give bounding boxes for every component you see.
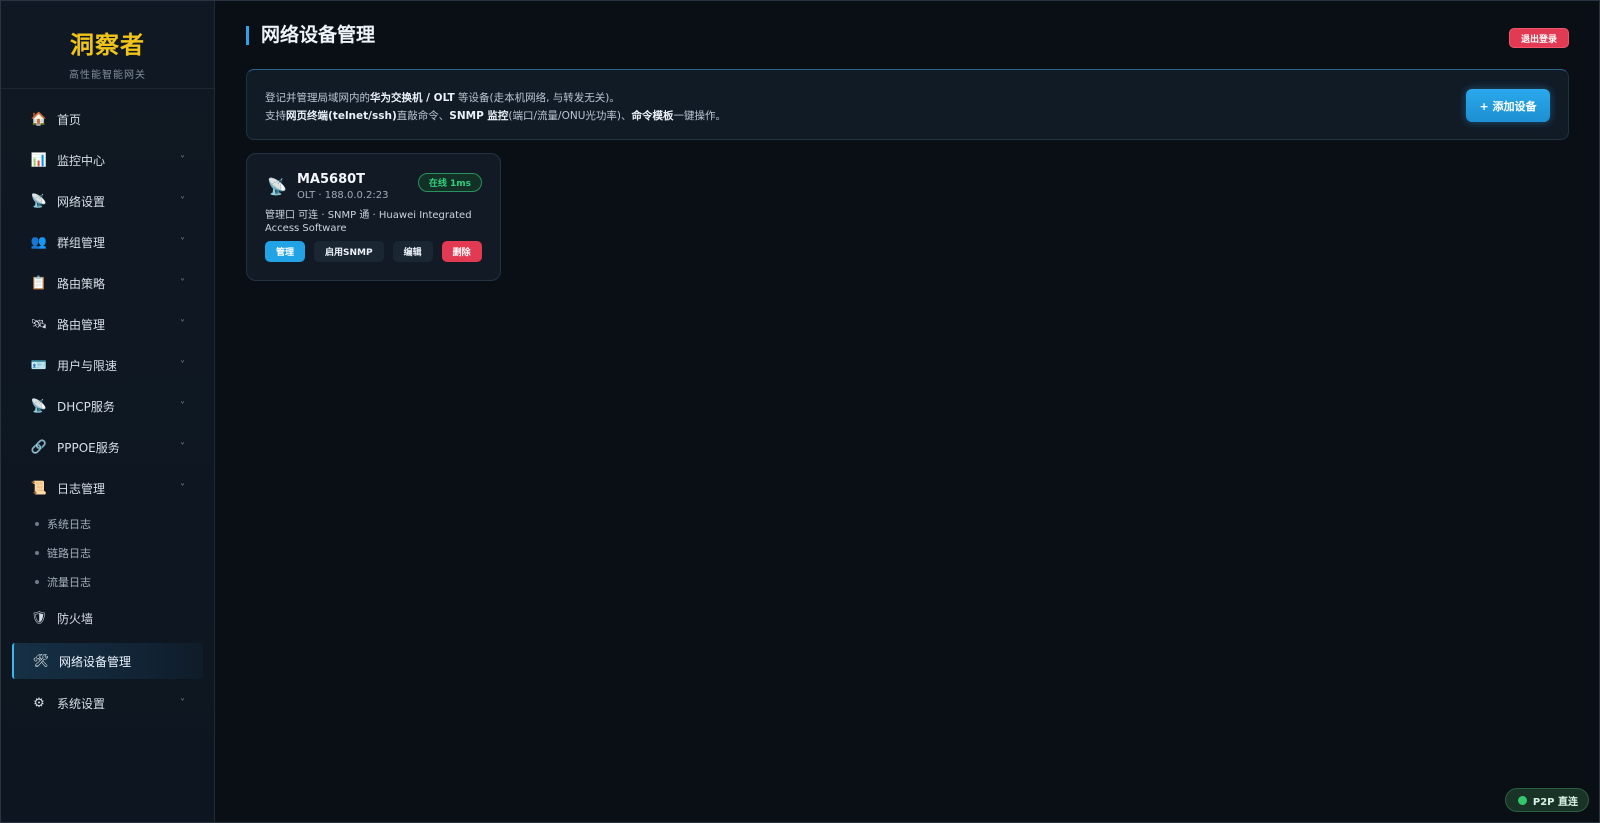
bullet-icon [35,550,39,555]
logout-button[interactable]: 退出登录 [1508,28,1569,48]
sidebar-subitem-label: 系统日志 [47,517,91,531]
users-icon: 👥 [30,235,48,250]
sidebar-nav: 🏠 首页 📊 监控中心 ˅ 📡 网络设置 ˅ 👥 群组管理 ˅ 📋 路由策略 ˅… [1,99,215,724]
p2p-label: P2P 直连 [1532,796,1578,808]
sidebar-subitem-label: 链路日志 [47,546,91,560]
home-icon: 🏠 [30,112,48,127]
sidebar-item-logs[interactable]: 📜 日志管理 ˅ [1,468,215,509]
info-highlight: 命令模板 [631,110,674,122]
info-highlight: 网页终端(telnet/ssh) [286,110,397,122]
chart-icon: 📊 [30,153,48,168]
info-text: (端口/流量/ONU光功率)、 [508,110,632,122]
sidebar-item-label: DHCP服务 [57,400,115,414]
device-description: 管理口 可连 · SNMP 通 · Huawei Integrated Acce… [265,210,472,234]
satellite-icon: 🛰 [30,317,48,332]
brand: 洞察者 高性能智能网关 [1,1,214,89]
sidebar-item-pppoe[interactable]: 🔗 PPPOE服务 ˅ [1,427,215,468]
sidebar-subitem-link-log[interactable]: 链路日志 [1,538,215,567]
clipboard-icon: 📋 [30,276,48,291]
main-content: 网络设备管理 退出登录 登记并管理局域网内的华为交换机 / OLT 等设备(走本… [216,1,1600,822]
sidebar-item-dhcp[interactable]: 📡 DHCP服务 ˅ [1,386,215,427]
chevron-down-icon: ˅ [180,483,185,494]
manage-button[interactable]: 管理 [265,241,306,262]
chevron-down-icon: ˅ [180,237,185,248]
sidebar-item-label: 网络设备管理 [59,654,132,669]
edit-button[interactable]: 编辑 [392,241,433,262]
device-name: MA5680T [297,172,366,187]
scroll-icon: 📜 [30,481,48,496]
status-badge: 在线 1ms [417,173,482,192]
page-title: 网络设备管理 [246,26,375,45]
sidebar-item-firewall[interactable]: 🛡 防火墙 [1,598,215,639]
chevron-down-icon: ˅ [180,698,185,709]
device-actions: 管理 启用SNMP 编辑 删除 [265,241,482,262]
chevron-down-icon: ˅ [180,196,185,207]
sidebar-item-label: 首页 [57,113,82,127]
tools-icon: 🛠 [32,653,50,669]
sidebar-item-route-management[interactable]: 🛰 路由管理 ˅ [1,304,215,345]
p2p-status-badge[interactable]: P2P 直连 [1504,788,1589,812]
sidebar-item-label: 路由管理 [57,318,106,332]
bullet-icon [35,579,39,584]
sidebar-item-network-devices[interactable]: 🛠 网络设备管理 [12,643,203,679]
sidebar: 洞察者 高性能智能网关 🏠 首页 📊 监控中心 ˅ 📡 网络设置 ˅ 👥 群组管… [1,1,215,822]
device-meta: OLT · 188.0.0.2:23 [297,190,389,201]
sidebar-item-label: 日志管理 [57,482,106,496]
info-line-1: 登记并管理局域网内的华为交换机 / OLT 等设备(走本机网络, 与转发无关)。 [265,90,620,105]
sidebar-subitem-system-log[interactable]: 系统日志 [1,509,215,538]
info-highlight: 华为交换机 / OLT [370,92,455,104]
info-text: 登记并管理局域网内的 [265,92,370,104]
info-text: 等设备(走本机网络, 与转发无关)。 [454,92,620,104]
link-icon: 🔗 [30,440,48,455]
chevron-down-icon: ˅ [180,155,185,166]
chevron-down-icon: ˅ [180,319,185,330]
id-card-icon: 🪪 [30,358,48,373]
delete-button[interactable]: 删除 [441,241,482,262]
satellite-dish-icon: 📡 [30,194,48,209]
enable-snmp-button[interactable]: 启用SNMP [314,241,384,262]
chevron-down-icon: ˅ [180,401,185,412]
brand-title: 洞察者 [70,31,145,59]
satellite-dish-icon: 📡 [30,399,48,414]
chevron-down-icon: ˅ [180,360,185,371]
info-highlight: SNMP 监控 [449,110,509,122]
gear-icon: ⚙ [33,696,45,711]
satellite-dish-icon: 📡 [267,177,287,196]
sidebar-item-home[interactable]: 🏠 首页 [1,99,215,140]
sidebar-subitem-traffic-log[interactable]: 流量日志 [1,567,215,596]
brand-subtitle: 高性能智能网关 [69,70,146,81]
sidebar-item-label: 防火墙 [57,612,94,626]
sidebar-item-label: 监控中心 [57,154,106,168]
app-window: 洞察者 高性能智能网关 🏠 首页 📊 监控中心 ˅ 📡 网络设置 ˅ 👥 群组管… [0,0,1600,823]
sidebar-item-monitor[interactable]: 📊 监控中心 ˅ [1,140,215,181]
status-dot-icon [1517,795,1527,805]
info-panel: 登记并管理局域网内的华为交换机 / OLT 等设备(走本机网络, 与转发无关)。… [246,69,1569,140]
shield-icon: 🛡 [30,611,48,626]
sidebar-item-label: 网络设置 [57,195,106,209]
info-text: 直敲命令、 [396,110,450,122]
sidebar-item-label: PPPOE服务 [57,441,120,455]
info-line-2: 支持网页终端(telnet/ssh)直敲命令、SNMP 监控(端口/流量/ONU… [265,108,726,123]
sidebar-item-users-rate-limit[interactable]: 🪪 用户与限速 ˅ [1,345,215,386]
info-text: 一键操作。 [673,110,727,122]
bullet-icon [35,521,39,526]
sidebar-item-route-policy[interactable]: 📋 路由策略 ˅ [1,263,215,304]
sidebar-item-label: 用户与限速 [57,359,118,373]
sidebar-item-groups[interactable]: 👥 群组管理 ˅ [1,222,215,263]
sidebar-subitem-label: 流量日志 [47,575,91,589]
add-device-button[interactable]: + 添加设备 [1466,89,1550,122]
chevron-down-icon: ˅ [180,442,185,453]
sidebar-item-label: 群组管理 [57,236,106,250]
device-card: 📡 MA5680T OLT · 188.0.0.2:23 在线 1ms 管理口 … [246,153,501,281]
sidebar-item-label: 路由策略 [57,277,106,291]
sidebar-item-network-settings[interactable]: 📡 网络设置 ˅ [1,181,215,222]
info-text: 支持 [265,110,286,122]
sidebar-item-label: 系统设置 [57,697,106,711]
chevron-down-icon: ˅ [180,278,185,289]
sidebar-item-system-settings[interactable]: ⚙ 系统设置 ˅ [1,683,215,724]
